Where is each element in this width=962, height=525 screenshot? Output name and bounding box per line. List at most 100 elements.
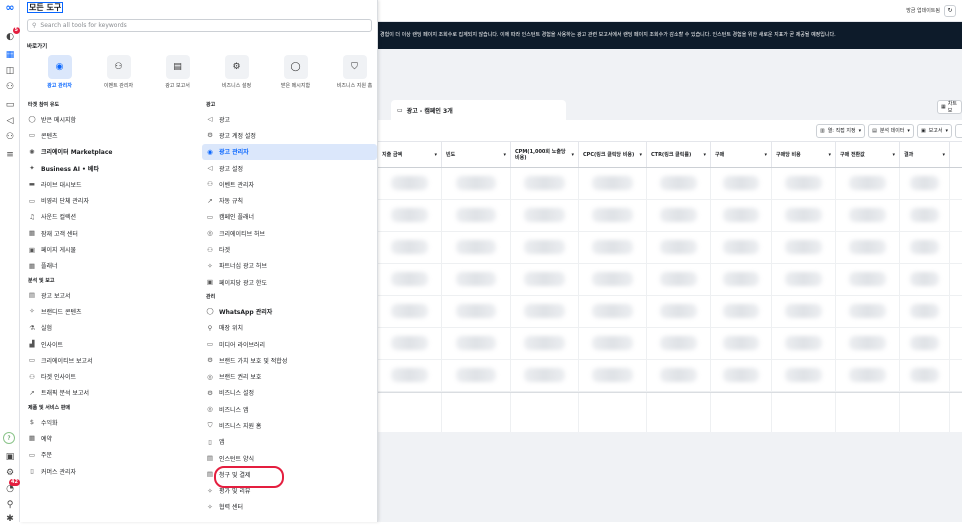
menu-item-icon: ◁ xyxy=(207,115,213,124)
menu-item[interactable]: ⚙ 비즈니스 설정 xyxy=(202,385,377,401)
menu-item[interactable]: ▭ 주문 xyxy=(24,447,199,463)
menu-item[interactable]: ▯ 앱 xyxy=(202,434,377,450)
menu-item[interactable]: ▦ 잠재 고객 센터 xyxy=(24,225,199,241)
menu-item[interactable]: ⚗ 실험 xyxy=(24,320,199,336)
ads-grid-icon[interactable]: ▦ xyxy=(3,48,17,61)
menu-item[interactable]: $ 수익화 xyxy=(24,414,199,430)
menu-item[interactable]: ⚙ 광고 계정 설정 xyxy=(202,127,377,143)
menu-item[interactable]: ▭ 콘텐츠 xyxy=(24,127,199,143)
menu-item[interactable]: ✧ 브랜디드 콘텐츠 xyxy=(24,303,199,319)
help-icon[interactable]: ? xyxy=(3,432,15,444)
search-icon[interactable]: ⚲ xyxy=(3,498,17,511)
people-icon[interactable]: ⚇ xyxy=(3,130,17,143)
tab-campaigns[interactable]: ▭ 광고 - 캠페인 3개 xyxy=(391,100,566,120)
menu-item[interactable]: ◉ 광고 관리자 xyxy=(202,143,377,160)
menu-item[interactable]: ▭ 크리에이티브 보고서 xyxy=(24,352,199,368)
more-button[interactable] xyxy=(955,123,962,138)
menu-item[interactable]: ⚲ 매장 위치 xyxy=(202,320,377,336)
menu-item[interactable]: ⚇ 이벤트 관리자 xyxy=(202,176,377,192)
menu-item[interactable]: ↗ 자동 규칙 xyxy=(202,192,377,208)
shortcut-gear[interactable]: ⚙ 비즈니스 설정 xyxy=(207,55,266,89)
menu-item[interactable]: ⚇ 타겟 인사이트 xyxy=(24,368,199,384)
menu-item[interactable]: ⚇ 타겟 xyxy=(202,241,377,257)
table-row[interactable] xyxy=(378,328,962,360)
menu-item[interactable]: ▣ 페이지당 광고 한도 xyxy=(202,274,377,290)
menu-item[interactable]: ▤ 광고 보고서 xyxy=(24,287,199,303)
menu-item[interactable]: ◎ 비즈니스 앱 xyxy=(202,401,377,417)
column-header[interactable]: CPM(1,000회 노출당 비용) ▾ xyxy=(511,142,579,167)
breakdown-dropdown[interactable]: ▤ 분석 데이터 ▾ xyxy=(868,123,914,138)
notification-icon[interactable]: ◔ 42 xyxy=(3,479,20,495)
tool-search-input[interactable]: ⚲ Search all tools for keywords xyxy=(27,19,372,32)
menu-item[interactable]: ✧ 협력 센터 xyxy=(202,499,377,515)
table-row[interactable] xyxy=(378,200,962,232)
column-header[interactable]: 지출 금액 ▾ xyxy=(378,142,442,167)
sort-chevron-icon: ▾ xyxy=(571,151,574,158)
menu-item[interactable]: ▟ 인사이트 xyxy=(24,336,199,352)
pages-icon[interactable]: ◫ xyxy=(3,64,17,77)
menu-item[interactable]: ▭ 미디어 라이브러리 xyxy=(202,336,377,352)
column-header[interactable]: 빈도 ▾ xyxy=(442,142,511,167)
menu-item[interactable]: ✧ 평가 및 리뷰 xyxy=(202,483,377,499)
menu-icon[interactable]: ≡ xyxy=(3,148,17,161)
bug-icon[interactable]: ✱ xyxy=(3,512,17,525)
column-header[interactable]: 구매당 비용 ▾ xyxy=(772,142,836,167)
menu-item[interactable]: ▭ 캠페인 플래너 xyxy=(202,209,377,225)
menu-item[interactable]: ⚙ 브랜드 가치 보호 및 적합성 xyxy=(202,352,377,368)
shortcut-message[interactable]: ◯ 받은 메시지함 xyxy=(266,55,325,89)
table-row[interactable] xyxy=(378,264,962,296)
meta-logo-icon[interactable]: ∞ xyxy=(3,1,17,14)
audience-icon[interactable]: ⚇ xyxy=(3,80,17,93)
menu-item[interactable]: ▬ 라이브 대시보드 xyxy=(24,176,199,192)
blurred-value xyxy=(455,304,497,318)
menu-item[interactable]: ✺ 크리에이터 Marketplace xyxy=(24,144,199,160)
menu-item[interactable]: ◁ 광고 xyxy=(202,111,377,127)
table-row[interactable] xyxy=(378,296,962,328)
blurred-value xyxy=(455,208,497,222)
menu-item[interactable]: ◯ WhatsApp 관리자 xyxy=(202,303,377,319)
settings-icon[interactable]: ⚙ xyxy=(3,466,17,479)
menu-item[interactable]: ▤ 청구 및 결제 xyxy=(202,466,377,482)
menu-item-icon: ▤ xyxy=(28,291,36,300)
menu-item-label: 트래픽 분석 보고서 xyxy=(41,390,89,398)
billing-icon[interactable]: ▭ xyxy=(3,98,17,111)
shortcut-events-manager[interactable]: ⚇ 이벤트 관리자 xyxy=(89,55,148,89)
shortcut-ads-manager[interactable]: ◉ 광고 관리자 xyxy=(30,55,89,89)
chart-button[interactable]: ▦ 차트 보 xyxy=(937,100,962,114)
menu-item[interactable]: ↗ 트래픽 분석 보고서 xyxy=(24,385,199,401)
account-icon[interactable]: ◐ 5 xyxy=(3,27,20,43)
menu-item-label: 브랜드 권리 보호 xyxy=(219,374,262,382)
column-header[interactable]: CTR(링크 클릭률) ▾ xyxy=(647,142,711,167)
table-cell xyxy=(836,200,900,231)
column-header[interactable]: 구매 전환값 ▾ xyxy=(836,142,900,167)
table-row[interactable] xyxy=(378,232,962,264)
menu-item[interactable]: ▯ 커머스 관리자 xyxy=(24,463,199,479)
menu-item[interactable]: ▦ 플래너 xyxy=(24,258,199,274)
column-header[interactable]: CPC(링크 클릭당 비용) ▾ xyxy=(579,142,647,167)
menu-item[interactable]: ◎ 크리에이티브 허브 xyxy=(202,225,377,241)
refresh-icon[interactable]: ↻ xyxy=(944,4,956,17)
menu-item[interactable]: ▭ 비영리 단체 관리자 xyxy=(24,192,199,208)
copy-icon[interactable]: ▣ xyxy=(3,450,17,463)
menu-item[interactable]: ✦ Business AI • 베타 xyxy=(24,160,199,176)
menu-item-label: 비즈니스 앱 xyxy=(219,406,249,414)
shortcut-ads-report[interactable]: ▤ 광고 보고서 xyxy=(148,55,207,89)
menu-item[interactable]: ⛉ 비즈니스 지원 홈 xyxy=(202,417,377,433)
menu-item[interactable]: ◯ 받은 메시지함 xyxy=(24,111,199,127)
menu-item[interactable]: ▣ 페이지 게시물 xyxy=(24,241,199,257)
menu-item[interactable]: ◁ 광고 설정 xyxy=(202,160,377,176)
column-header[interactable]: 결과 ▾ xyxy=(900,142,950,167)
megaphone-icon[interactable]: ◁ xyxy=(3,114,17,127)
column-header[interactable]: 구매 ▾ xyxy=(711,142,772,167)
menu-item[interactable]: ◎ 브랜드 권리 보호 xyxy=(202,368,377,384)
table-row[interactable] xyxy=(378,360,962,392)
shortcut-shield[interactable]: ⛉ 비즈니스 지원 홈 xyxy=(325,55,384,89)
blurred-value xyxy=(723,368,759,382)
menu-item[interactable]: ♫ 사운드 컬렉션 xyxy=(24,209,199,225)
menu-item[interactable]: ✧ 파트너십 광고 허브 xyxy=(202,258,377,274)
table-row[interactable] xyxy=(378,168,962,200)
reports-dropdown[interactable]: ▣ 보고서 ▾ xyxy=(916,123,952,138)
columns-dropdown[interactable]: ▥ 열: 직접 지정 ▾ xyxy=(815,123,866,138)
menu-item[interactable]: ▦ 예약 xyxy=(24,430,199,446)
menu-item[interactable]: ▤ 인스턴트 양식 xyxy=(202,450,377,466)
